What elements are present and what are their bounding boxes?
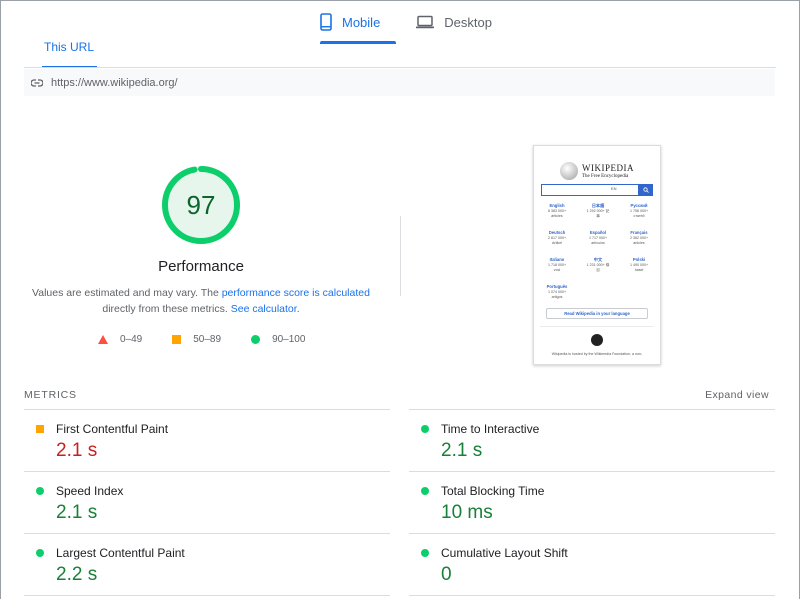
circle-icon [421,487,429,495]
thumb-language-item: English 6 383 000+ articles [539,203,575,219]
link-icon [31,78,43,87]
circle-icon [36,549,44,557]
thumb-language-item: Français 2 362 000+ articles [621,230,657,246]
thumb-search-box [541,184,653,196]
metric-value: 2.1 s [56,440,98,461]
metric-first-contentful-paint: First Contentful Paint 2.1 s [24,410,390,472]
thumb-language-item: Português 1 074 000+ artigos [539,284,575,300]
thumb-read-label: Read Wikipedia in your language [564,311,630,316]
legend-pass: 90–100 [251,334,305,345]
tab-mobile[interactable]: Mobile [300,0,397,44]
legend-fail: 0–49 [98,334,142,345]
triangle-icon [98,335,108,344]
search-icon [642,187,649,193]
wikipedia-globe-icon [560,162,578,180]
tab-desktop[interactable]: Desktop [396,0,508,44]
performance-score: 97 [186,189,216,220]
thumb-language-item: Русский 1 756 000+ статей [621,203,657,219]
expand-view-button[interactable]: Expand view [705,389,769,401]
thumb-title: WIKIPEDIA [582,163,634,173]
circle-icon [421,425,429,433]
legend-fail-range: 0–49 [120,334,143,345]
score-note-middle: directly from these metrics. [102,303,231,315]
thumb-language-unit: articles [551,214,563,218]
tab-this-url[interactable]: This URL [41,40,98,68]
score-note: Values are estimated and may vary. The p… [30,285,372,317]
thumb-divider [540,326,654,327]
thumb-language-item: Deutsch 2 617 000+ Artikel [539,230,575,246]
page-screenshot-thumbnail: WIKIPEDIA The Free Encyclopedia EN Engli… [533,145,661,365]
see-calculator-link[interactable]: See calculator. [231,303,300,315]
tab-mobile-label: Mobile [342,14,381,30]
thumb-language-unit: haseł [634,268,644,272]
thumb-read-button: Read Wikipedia in your language [546,308,648,319]
thumb-language-item: 日本語 1 292 000+ 記事 [580,203,616,219]
legend-pass-range: 90–100 [272,334,306,345]
thumb-language-unit: artigos [551,295,563,299]
metric-label: Cumulative Layout Shift [441,546,568,560]
metric-total-blocking-time: Total Blocking Time 10 ms [409,472,775,534]
score-legend: 0–49 50–89 90–100 [98,334,305,345]
circle-icon [421,549,429,557]
metric-value: 10 ms [441,502,493,523]
thumb-language-item: Italiano 1 718 000+ voci [539,257,575,273]
thumb-language-unit: статей [633,214,645,218]
thumb-search-button [638,184,653,196]
performance-score-link[interactable]: performance score is calculated [222,287,370,299]
thumb-subtitle: The Free Encyclopedia [582,174,629,179]
metric-value: 2.1 s [441,440,483,461]
tab-desktop-label: Desktop [444,14,492,30]
metric-value: 2.2 s [56,564,98,585]
laptop-icon [416,15,435,29]
legend-average-range: 50–89 [193,334,222,345]
tab-divider [24,67,776,68]
wikimedia-logo-icon [591,334,603,346]
metrics-heading: METRICS [24,389,77,401]
metric-largest-contentful-paint: Largest Contentful Paint 2.2 s [24,534,390,596]
metric-value: 2.1 s [56,502,98,523]
square-icon [172,335,182,344]
metric-label: First Contentful Paint [56,422,169,436]
metric-label: Total Blocking Time [441,484,545,498]
thumb-language-unit: 目 [596,268,600,272]
metric-label: Largest Contentful Paint [56,546,185,560]
metric-speed-index: Speed Index 2.1 s [24,472,390,534]
thumb-language-item: Español 1 717 000+ artículos [580,230,616,246]
legend-average: 50–89 [172,334,221,345]
performance-gauge: 97 [161,165,241,245]
thumb-search-lang: EN [611,186,617,191]
circle-icon [36,487,44,495]
metric-value: 0 [441,564,452,585]
thumb-language-unit: voci [553,268,561,272]
thumb-language-unit: Artikel [552,241,562,245]
thumb-language-unit: artículos [591,241,605,245]
thumb-language-item: Polski 1 490 000+ haseł [621,257,657,273]
phone-icon [320,13,332,31]
square-icon [36,425,44,433]
vertical-divider [400,216,401,296]
score-note-prefix: Values are estimated and may vary. The [32,287,222,299]
thumb-footer: Wikipedia is hosted by the Wikimedia Fou… [551,352,643,356]
device-tabs: Mobile Desktop [300,0,508,44]
metric-cumulative-layout-shift: Cumulative Layout Shift 0 [409,534,775,596]
metric-time-to-interactive: Time to Interactive 2.1 s [409,410,775,472]
metric-label: Speed Index [56,484,124,498]
thumb-language-unit: articles [633,241,645,245]
performance-label: Performance [158,258,244,275]
circle-icon [251,335,261,344]
url-bar: https://www.wikipedia.org/ [24,69,775,96]
thumb-language-item: 中文 1 231 000+ 條目 [580,257,616,273]
metric-label: Time to Interactive [441,422,540,436]
url-text: https://www.wikipedia.org/ [51,76,178,89]
thumb-language-unit: 事 [596,214,600,218]
